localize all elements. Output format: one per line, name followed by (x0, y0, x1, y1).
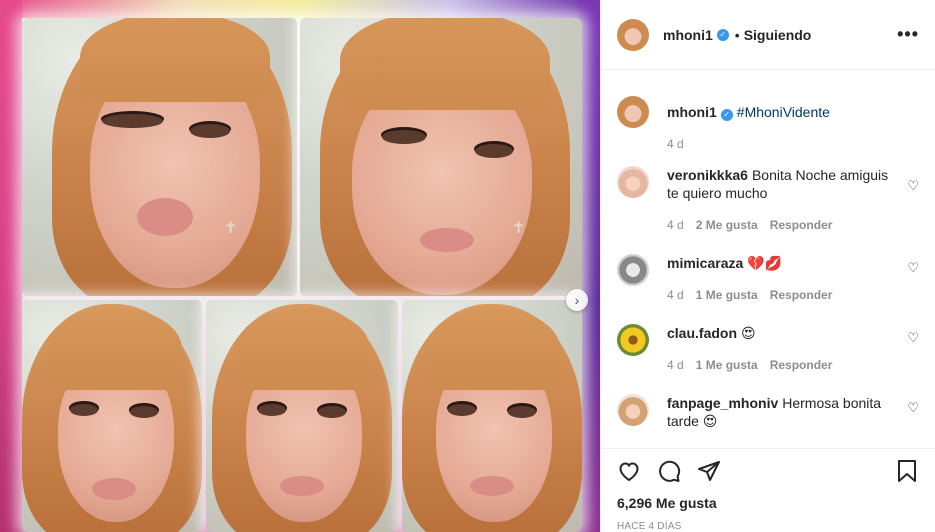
comment-username[interactable]: fanpage_mhoniv (667, 395, 778, 411)
verified-badge-icon: ✓ (720, 109, 733, 121)
post-header: mhoni1 ✓ • Siguiendo ••• (601, 0, 935, 70)
bookmark-icon[interactable] (895, 459, 919, 483)
comment-username[interactable]: mimicaraza (667, 255, 743, 271)
like-count[interactable]: 6,296 Me gusta (617, 495, 919, 511)
heart-outline-icon[interactable] (617, 459, 641, 483)
comment-username[interactable]: veronikkka6 (667, 167, 748, 183)
author-avatar[interactable] (617, 18, 649, 51)
heart-outline-icon[interactable]: ♡ (907, 178, 919, 194)
speech-bubble-icon[interactable] (657, 459, 681, 483)
comments-list[interactable]: mhoni1 ✓ #MhoniVidente 4 d veronikkka6 Boni… (601, 70, 935, 448)
post-side-panel: mhoni1 ✓ • Siguiendo ••• mhoni1 ✓ #MhoniVi… (600, 0, 935, 532)
collage-photo-1: ✝ (22, 18, 297, 296)
caption-avatar[interactable] (617, 96, 649, 128)
collage-photo-2: ✝ (300, 18, 582, 296)
caption-time[interactable]: 4 d (667, 137, 684, 151)
more-options-icon[interactable]: ••• (897, 24, 919, 45)
comment-time[interactable]: 4 d (667, 218, 684, 232)
following-button[interactable]: Siguiendo (744, 27, 812, 43)
separator-dot: • (734, 26, 740, 43)
commenter-avatar[interactable] (617, 166, 649, 198)
post-modal: ✝ ✝ › mhoni1 ✓ • Siguiendo ••• mhoni1 ✓ … (0, 0, 935, 532)
commenter-avatar[interactable] (617, 254, 649, 286)
post-image[interactable]: ✝ ✝ › (0, 0, 600, 532)
heart-outline-icon[interactable]: ♡ (907, 260, 919, 276)
gradient-frame-left (0, 0, 22, 532)
comment-text: 😍 (741, 325, 756, 341)
heart-outline-icon[interactable]: ♡ (907, 400, 919, 416)
commenter-avatar[interactable] (617, 394, 649, 426)
paper-plane-icon[interactable] (697, 459, 721, 483)
commenter-avatar[interactable] (617, 324, 649, 356)
caption-username[interactable]: mhoni1 (667, 104, 717, 120)
comment-time[interactable]: 4 d (667, 358, 684, 372)
next-photo-button[interactable]: › (566, 289, 588, 311)
heart-outline-icon[interactable]: ♡ (907, 330, 919, 346)
comment-likes[interactable]: 1 Me gusta (696, 358, 758, 372)
author-username[interactable]: mhoni1 (663, 27, 713, 43)
collage-photo-4 (206, 300, 398, 532)
comment-username[interactable]: clau.fadon (667, 325, 737, 341)
comment-text: 💔💋 (747, 255, 783, 271)
caption: mhoni1 ✓ #MhoniVidente 4 d (617, 96, 919, 153)
caption-hashtag[interactable]: #MhoniVidente (737, 104, 830, 120)
chevron-right-icon: › (574, 292, 580, 308)
post-date[interactable]: HACE 4 DÍAS (617, 521, 919, 532)
post-footer: 6,296 Me gusta HACE 4 DÍAS (601, 448, 935, 532)
comment-item: fanpage_mhoniv Hermosa bonita tarde 😍 ♡ (617, 394, 919, 430)
reply-button[interactable]: Responder (770, 218, 833, 232)
comment-likes[interactable]: 1 Me gusta (696, 288, 758, 302)
reply-button[interactable]: Responder (770, 358, 833, 372)
collage-photo-3 (22, 300, 202, 532)
comment-item: clau.fadon 😍 4 d 1 Me gusta Responder ♡ (617, 324, 919, 374)
action-bar (617, 449, 919, 493)
comment-likes[interactable]: 2 Me gusta (696, 218, 758, 232)
collage-photo-5 (402, 300, 582, 532)
comment-item: mimicaraza 💔💋 4 d 1 Me gusta Responder ♡ (617, 254, 919, 304)
reply-button[interactable]: Responder (770, 288, 833, 302)
comment-item: veronikkka6 Bonita Noche amiguis te quier… (617, 166, 919, 234)
gradient-frame-top (0, 0, 600, 18)
comment-time[interactable]: 4 d (667, 288, 684, 302)
verified-badge-icon: ✓ (716, 28, 729, 41)
